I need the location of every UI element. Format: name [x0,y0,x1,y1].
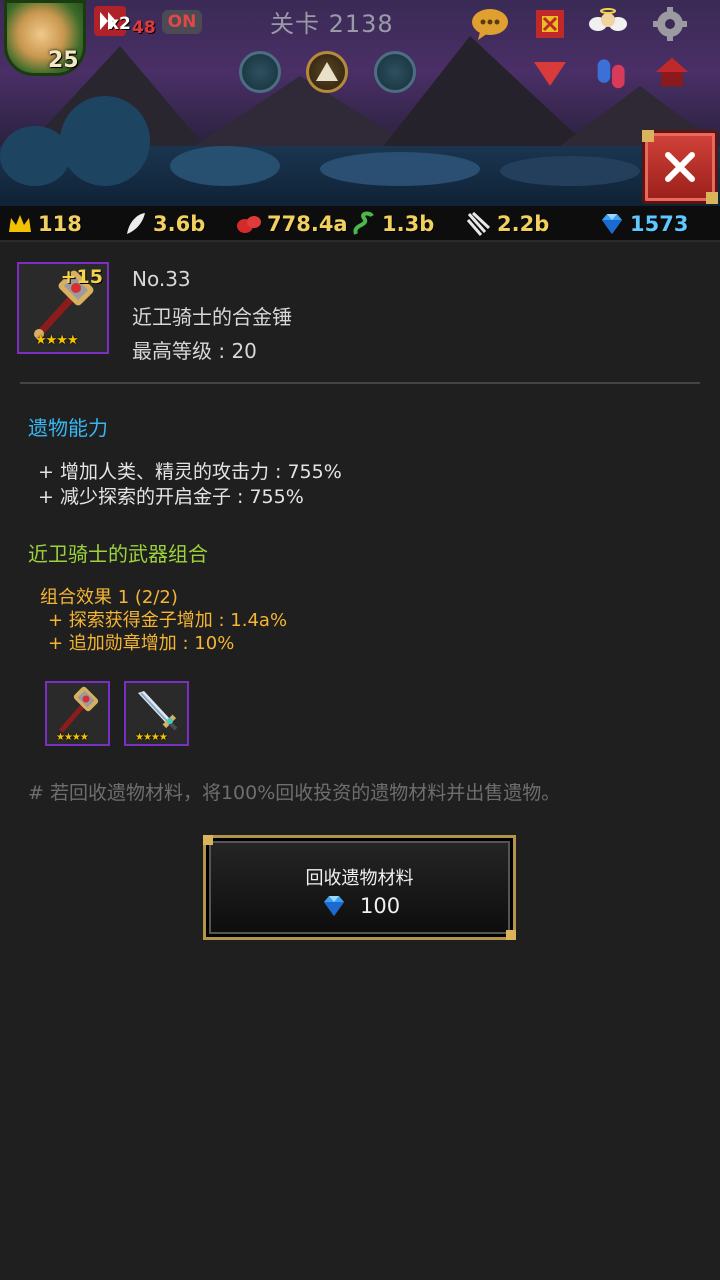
relic-plus-level: +15 [60,266,103,288]
skill-triangle-icon[interactable] [306,51,348,93]
ability-title: 遗物能力 [28,416,108,440]
resource-value: 1.3b [382,212,435,236]
combo-title: 近卫骑士的武器组合 [28,542,208,566]
recycle-note: # 若回收遗物材料，将100%回收投资的遗物材料并出售遗物。 [28,782,561,804]
resource-diamond: 1573 [598,209,688,239]
tree [500,156,640,186]
speed-multiplier: x2 [108,14,131,34]
skill-ghost-icon[interactable] [374,51,416,93]
resource-claw: 2.2b [465,209,549,239]
resource-value: 1573 [630,212,689,236]
diamond-icon [602,214,622,234]
combo-effect-line: + 追加勋章增加 : 10% [48,633,235,654]
resource-meat: 778.4a [235,209,348,239]
tree [0,126,70,186]
gear-icon[interactable] [650,6,690,42]
resource-value: 2.2b [497,212,550,236]
meat-icon [237,216,261,233]
chat-icon[interactable] [470,6,510,42]
claw-icon [466,211,491,236]
corner-ornament [203,835,213,845]
corner-ornament [706,192,718,204]
recycle-materials-button[interactable]: 回收遗物材料 100 [203,835,516,940]
recycle-cost-value: 100 [360,894,401,918]
recycle-cost: 100 [320,892,400,920]
tree [60,96,150,186]
rarity-stars: ★★★★ [56,732,89,743]
home-icon[interactable] [652,54,692,90]
relic-max-level: 最高等级 : 20 [132,339,257,363]
crown-icon [9,215,31,232]
resource-value: 778.4a [267,212,348,236]
relic-name: 近卫骑士的合金锤 [132,305,292,329]
combo-item-hammer[interactable]: ★★★★ [45,681,110,746]
resource-bar: 118 3.6b 778.4a 1.3b 2.2b 1573 [0,206,720,242]
resource-crown: 118 [6,209,82,239]
triangle-icon [316,62,338,81]
rarity-stars: ★★★★ [35,333,79,348]
speed-timer: 48 [132,18,156,38]
vine-icon [353,211,374,235]
rarity-stars: ★★★★ [135,732,168,743]
auto-toggle[interactable]: ON [162,10,202,34]
diamond-icon [324,896,344,916]
ability-line: + 减少探索的开启金子 : 755% [38,486,304,508]
guild-banner-icon[interactable] [530,6,570,42]
party-icon[interactable] [592,54,632,90]
resource-value: 118 [38,212,82,236]
player-level: 25 [48,48,79,73]
tree [320,152,480,186]
corner-ornament [642,130,654,142]
relic-item-slot: +15 ★★★★ [17,262,109,354]
combo-item-sword[interactable]: ★★★★ [124,681,189,746]
tree [170,146,280,186]
skill-rabbit-icon[interactable] [239,51,281,93]
game-scene: 25 x2 48 ON 关卡 2138 [0,0,720,206]
arrow-down-icon[interactable] [534,62,566,86]
angel-icon[interactable] [588,6,628,42]
relic-number: No.33 [132,267,191,291]
ability-line: + 增加人类、精灵的攻击力 : 755% [38,461,342,483]
corner-ornament [506,930,516,940]
divider [20,382,700,384]
stage-label: 关卡 2138 [270,10,394,38]
resource-feather: 3.6b [121,209,205,239]
resource-vine: 1.3b [350,209,434,239]
close-button[interactable] [642,130,718,204]
feather-icon [127,213,145,234]
close-icon [665,152,695,182]
recycle-button-label: 回收遗物材料 [305,868,414,889]
resource-value: 3.6b [153,212,206,236]
